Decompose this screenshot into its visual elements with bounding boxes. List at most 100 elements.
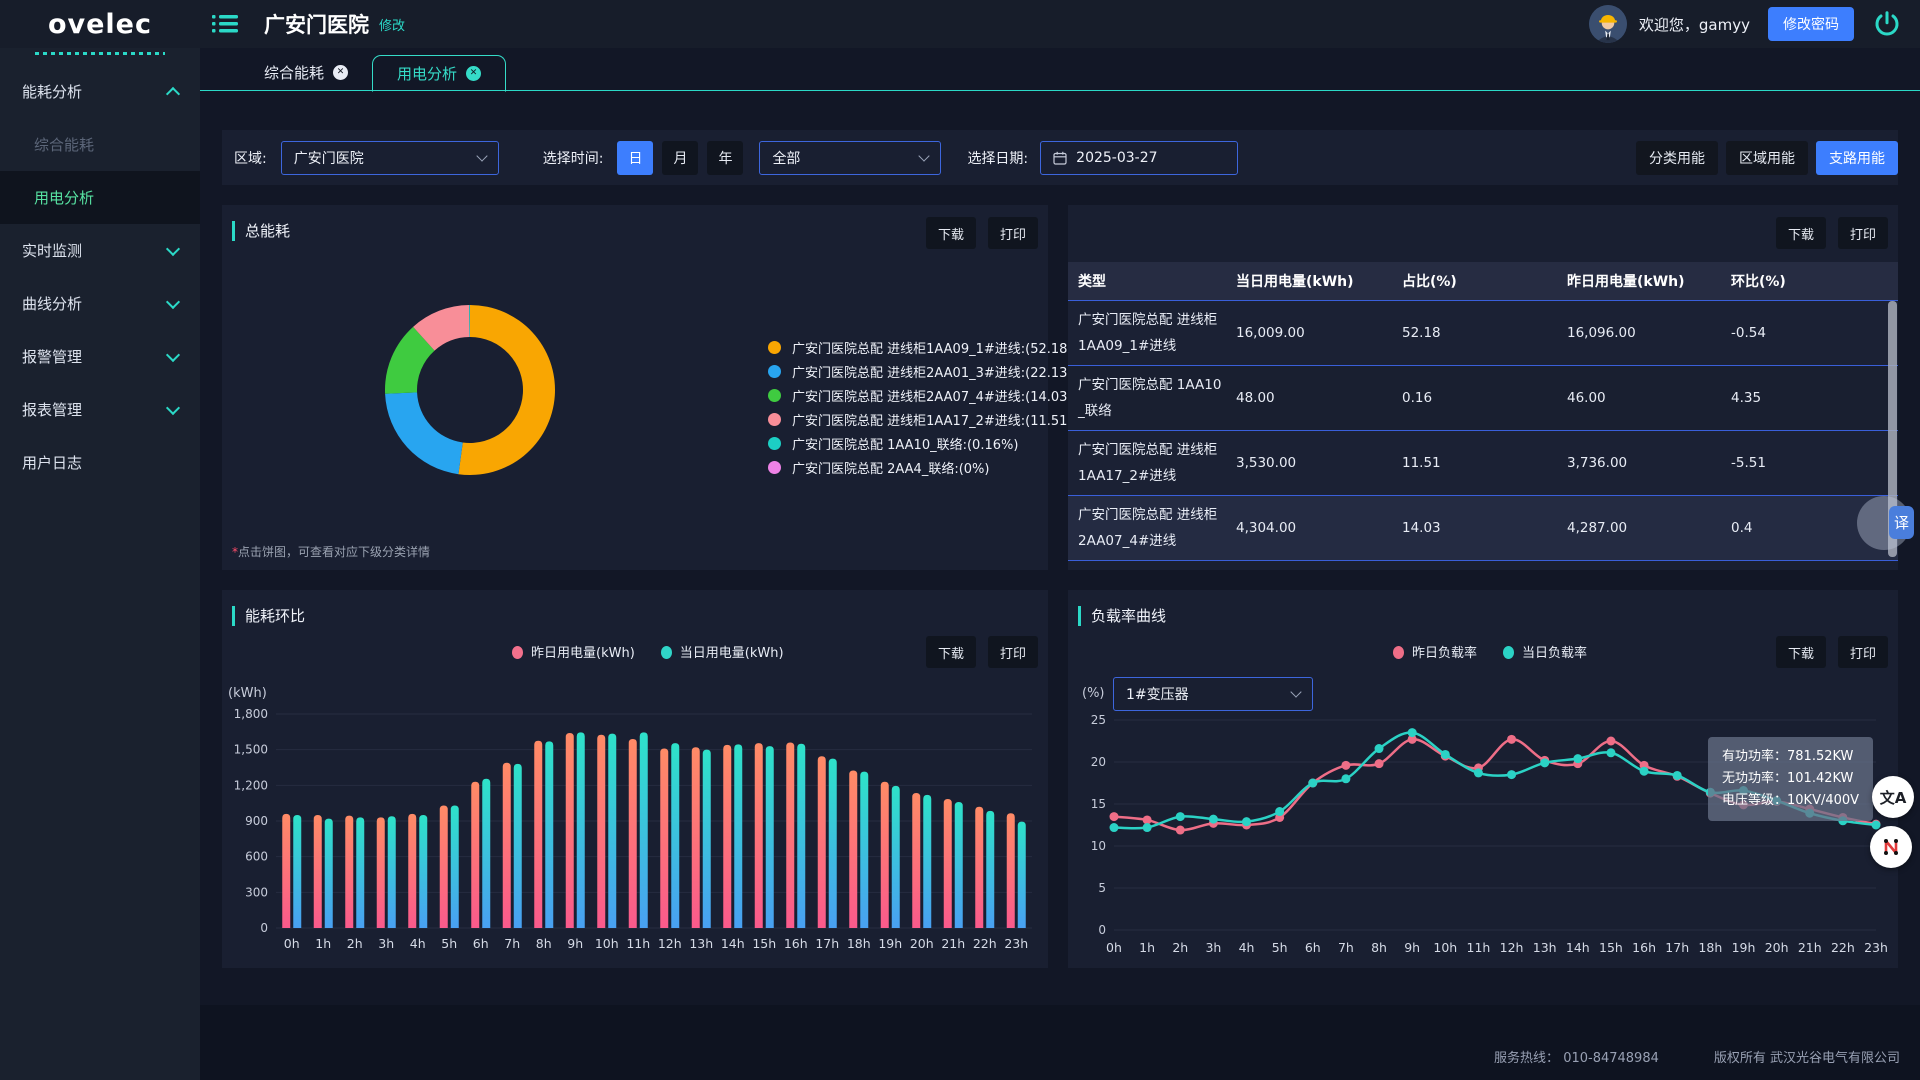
date-value: 2025-03-27 — [1076, 150, 1157, 166]
data-point — [1507, 735, 1516, 744]
scope-select[interactable]: 全部 — [759, 141, 941, 175]
print-button[interactable]: 打印 — [1838, 636, 1888, 668]
bar — [797, 744, 805, 928]
data-point — [1341, 761, 1350, 770]
svg-text:3h: 3h — [378, 936, 394, 951]
data-point — [1640, 767, 1649, 776]
donut-slice[interactable] — [458, 305, 555, 475]
svg-text:9h: 9h — [567, 936, 583, 951]
print-button[interactable]: 打印 — [1838, 217, 1888, 249]
bar — [986, 811, 994, 928]
note-text: 点击饼图，可查看对应下级分类详情 — [238, 545, 430, 559]
sidebar-item[interactable]: 能耗分析 — [0, 65, 200, 118]
svg-text:22h: 22h — [1831, 940, 1855, 955]
sidebar: 能耗分析综合能耗用电分析实时监测曲线分析报警管理报表管理用户日志 — [0, 48, 200, 1080]
tab-inactive[interactable]: 综合能耗✕ — [240, 55, 372, 90]
print-button[interactable]: 打印 — [988, 636, 1038, 668]
svg-text:6h: 6h — [1305, 940, 1321, 955]
pie-note: *点击饼图，可查看对应下级分类详情 — [232, 543, 430, 560]
svg-text:5: 5 — [1098, 881, 1106, 895]
time-option[interactable]: 日 — [617, 141, 653, 175]
svg-text:0h: 0h — [1106, 940, 1122, 955]
translate-button[interactable]: 译 — [1889, 506, 1914, 539]
svg-text:13h: 13h — [1533, 940, 1557, 955]
region-select[interactable]: 广安门医院 — [281, 141, 499, 175]
sidebar-item-label: 实时监测 — [22, 240, 82, 261]
menu-toggle-icon[interactable] — [212, 14, 238, 34]
calendar-icon — [1053, 151, 1067, 165]
logout-power-icon[interactable] — [1872, 9, 1902, 39]
tab-close-icon[interactable]: ✕ — [466, 66, 481, 81]
table-cell-today: 3,530.00 — [1236, 431, 1402, 496]
panel-title: 能耗环比 — [232, 605, 305, 626]
legend-item: 当日用电量(kWh) — [661, 642, 784, 661]
sidebar-item[interactable]: 综合能耗 — [0, 118, 200, 171]
svg-text:4h: 4h — [1239, 940, 1255, 955]
sidebar-item[interactable]: 曲线分析 — [0, 277, 200, 330]
bar — [377, 817, 385, 928]
sidebar-item[interactable]: 报警管理 — [0, 330, 200, 383]
bar — [345, 816, 353, 928]
bar — [356, 817, 364, 928]
svg-text:20h: 20h — [1765, 940, 1789, 955]
tab-close-icon[interactable]: ✕ — [333, 65, 348, 80]
molecule-icon[interactable] — [1870, 826, 1912, 868]
edit-title-link[interactable]: 修改 — [379, 15, 405, 34]
sidebar-item-label: 报警管理 — [22, 346, 82, 367]
tab-active[interactable]: 用电分析✕ — [372, 55, 506, 92]
legend-dot-icon — [512, 646, 523, 659]
mode-button[interactable]: 支路用能 — [1816, 141, 1898, 175]
svg-text:0: 0 — [260, 921, 268, 935]
translate-circle-icon[interactable]: 文A — [1872, 776, 1914, 818]
mode-button[interactable]: 分类用能 — [1636, 141, 1718, 175]
svg-text:20h: 20h — [910, 936, 934, 951]
svg-text:14h: 14h — [1566, 940, 1590, 955]
table-cell-today: 48.00 — [1236, 366, 1402, 431]
donut-chart[interactable] — [380, 300, 560, 480]
sidebar-item[interactable]: 用户日志 — [0, 436, 200, 489]
bar — [849, 770, 857, 928]
mode-button[interactable]: 区域用能 — [1726, 141, 1808, 175]
download-button[interactable]: 下载 — [1776, 636, 1826, 668]
bar — [786, 743, 794, 928]
legend-dot-icon — [1393, 646, 1404, 659]
sidebar-item[interactable]: 报表管理 — [0, 383, 200, 436]
svg-text:19h: 19h — [878, 936, 902, 951]
legend-label: 广安门医院总配 1AA10_联络:(0.16%) — [792, 434, 1018, 453]
bar — [408, 814, 416, 928]
legend-item: 广安门医院总配 进线柜2AA01_3#进线:(22.13%) — [768, 359, 1085, 383]
table-row: 广安门医院总配 进线柜1AA09_1#进线16,009.0052.1816,09… — [1068, 301, 1898, 366]
svg-text:21h: 21h — [1798, 940, 1822, 955]
sidebar-item[interactable]: 用电分析 — [0, 171, 200, 224]
data-point — [1673, 771, 1682, 780]
download-button[interactable]: 下载 — [926, 217, 976, 249]
table-cell-ratio: -5.51 — [1731, 431, 1898, 496]
date-input[interactable]: 2025-03-27 — [1040, 141, 1238, 175]
y-axis-unit: (kWh) — [228, 686, 267, 701]
bar — [514, 764, 522, 928]
download-button[interactable]: 下载 — [926, 636, 976, 668]
bar-chart-legend: 昨日用电量(kWh)当日用电量(kWh) — [512, 642, 784, 661]
time-option[interactable]: 年 — [707, 141, 743, 175]
svg-text:1,500: 1,500 — [234, 743, 268, 757]
table-cell-today: 16,009.00 — [1236, 301, 1402, 366]
legend-item: 广安门医院总配 1AA10_联络:(0.16%) — [768, 431, 1085, 455]
bar — [692, 747, 700, 928]
avatar[interactable] — [1589, 5, 1627, 43]
legend-label: 广安门医院总配 进线柜1AA17_2#进线:(11.51%) — [792, 410, 1085, 429]
welcome-text: 欢迎您，gamyy — [1639, 14, 1750, 35]
time-option[interactable]: 月 — [662, 141, 698, 175]
download-button[interactable]: 下载 — [1776, 217, 1826, 249]
data-point — [1606, 737, 1615, 746]
print-button[interactable]: 打印 — [988, 217, 1038, 249]
donut-slice[interactable] — [385, 392, 463, 474]
transformer-select[interactable]: 1#变压器 — [1113, 677, 1313, 711]
svg-text:10h: 10h — [1433, 940, 1457, 955]
bar — [703, 750, 711, 928]
svg-text:16h: 16h — [784, 936, 808, 951]
sidebar-item-label: 用电分析 — [34, 187, 94, 208]
svg-text:23h: 23h — [1864, 940, 1888, 955]
sidebar-item[interactable]: 实时监测 — [0, 224, 200, 277]
change-password-button[interactable]: 修改密码 — [1768, 7, 1854, 41]
bar — [818, 756, 826, 928]
